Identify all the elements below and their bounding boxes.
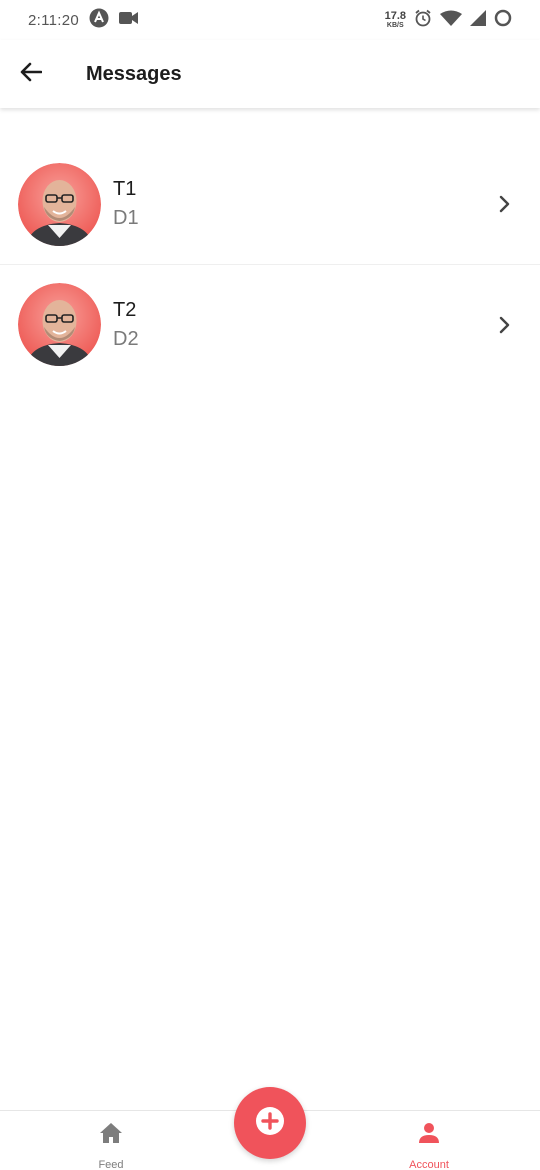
add-button[interactable] <box>234 1087 306 1159</box>
message-description: D1 <box>113 207 139 229</box>
plus-circle-icon <box>255 1106 285 1141</box>
alarm-icon <box>414 9 432 31</box>
nav-item-account[interactable]: Account <box>369 1111 489 1170</box>
status-bar: 2:11:20 17.8 KB/S <box>0 0 540 40</box>
list-item[interactable]: T1 D1 <box>0 144 540 264</box>
cell-signal-icon <box>470 10 486 30</box>
avatar <box>18 283 101 366</box>
wifi-icon <box>440 10 462 30</box>
chevron-right-icon <box>492 313 516 337</box>
nav-item-feed[interactable]: Feed <box>51 1111 171 1170</box>
message-title: T1 <box>113 178 137 200</box>
message-list: T1 D1 T2 D2 <box>0 144 540 384</box>
list-item[interactable]: T2 D2 <box>0 264 540 384</box>
battery-icon <box>494 9 512 31</box>
network-speed: 17.8 KB/S <box>384 10 406 30</box>
nav-label-account: Account <box>409 1159 449 1170</box>
chevron-right-icon <box>492 192 516 216</box>
nav-label-feed: Feed <box>98 1159 124 1170</box>
app-bar: Messages <box>0 40 540 108</box>
avatar <box>18 162 101 246</box>
back-button[interactable] <box>0 40 62 108</box>
page-title: Messages <box>86 62 182 85</box>
messages-screen: 2:11:20 17.8 KB/S Messages T1 D1 T2 D2 F… <box>0 0 540 1170</box>
video-camera-icon <box>119 11 139 29</box>
person-icon <box>418 1121 440 1145</box>
message-title: T2 <box>113 298 137 321</box>
status-time: 2:11:20 <box>28 11 80 29</box>
app-notification-icon <box>89 8 109 32</box>
home-icon <box>99 1121 123 1145</box>
arrow-left-icon <box>20 62 43 87</box>
message-description: D2 <box>113 327 139 350</box>
